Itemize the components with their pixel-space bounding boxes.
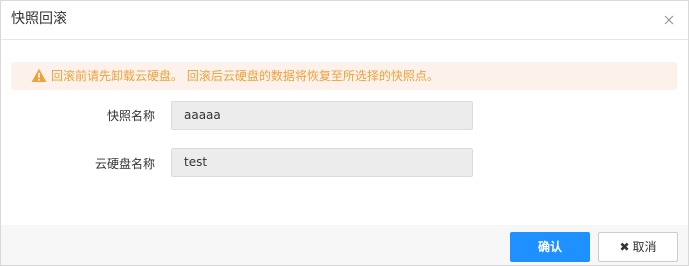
warning-text: 回滚前请先卸载云硬盘。 回滚后云硬盘的数据将恢复至所选择的快照点。 bbox=[51, 69, 439, 83]
close-icon[interactable] bbox=[664, 15, 674, 25]
snapshot-name-field[interactable]: aaaaa bbox=[171, 101, 473, 130]
cancel-button-label: 取消 bbox=[632, 240, 657, 254]
snapshot-rollback-dialog: 快照回滚 回滚前请先卸载云硬盘。 回滚后云硬盘的数据将恢复至所选择的快照点。 快… bbox=[0, 0, 689, 266]
dialog-header: 快照回滚 bbox=[1, 1, 688, 40]
dialog-title: 快照回滚 bbox=[11, 11, 67, 27]
disk-name-label: 云硬盘名称 bbox=[94, 157, 155, 171]
confirm-button[interactable]: 确认 bbox=[510, 232, 590, 262]
warning-icon bbox=[31, 68, 47, 83]
snapshot-name-label: 快照名称 bbox=[106, 109, 155, 123]
x-icon: ✖ bbox=[619, 240, 630, 254]
cancel-button[interactable]: ✖ 取消 bbox=[598, 232, 678, 262]
disk-name-field[interactable]: test bbox=[171, 148, 473, 177]
warning-banner: 回滚前请先卸载云硬盘。 回滚后云硬盘的数据将恢复至所选择的快照点。 bbox=[11, 62, 677, 90]
